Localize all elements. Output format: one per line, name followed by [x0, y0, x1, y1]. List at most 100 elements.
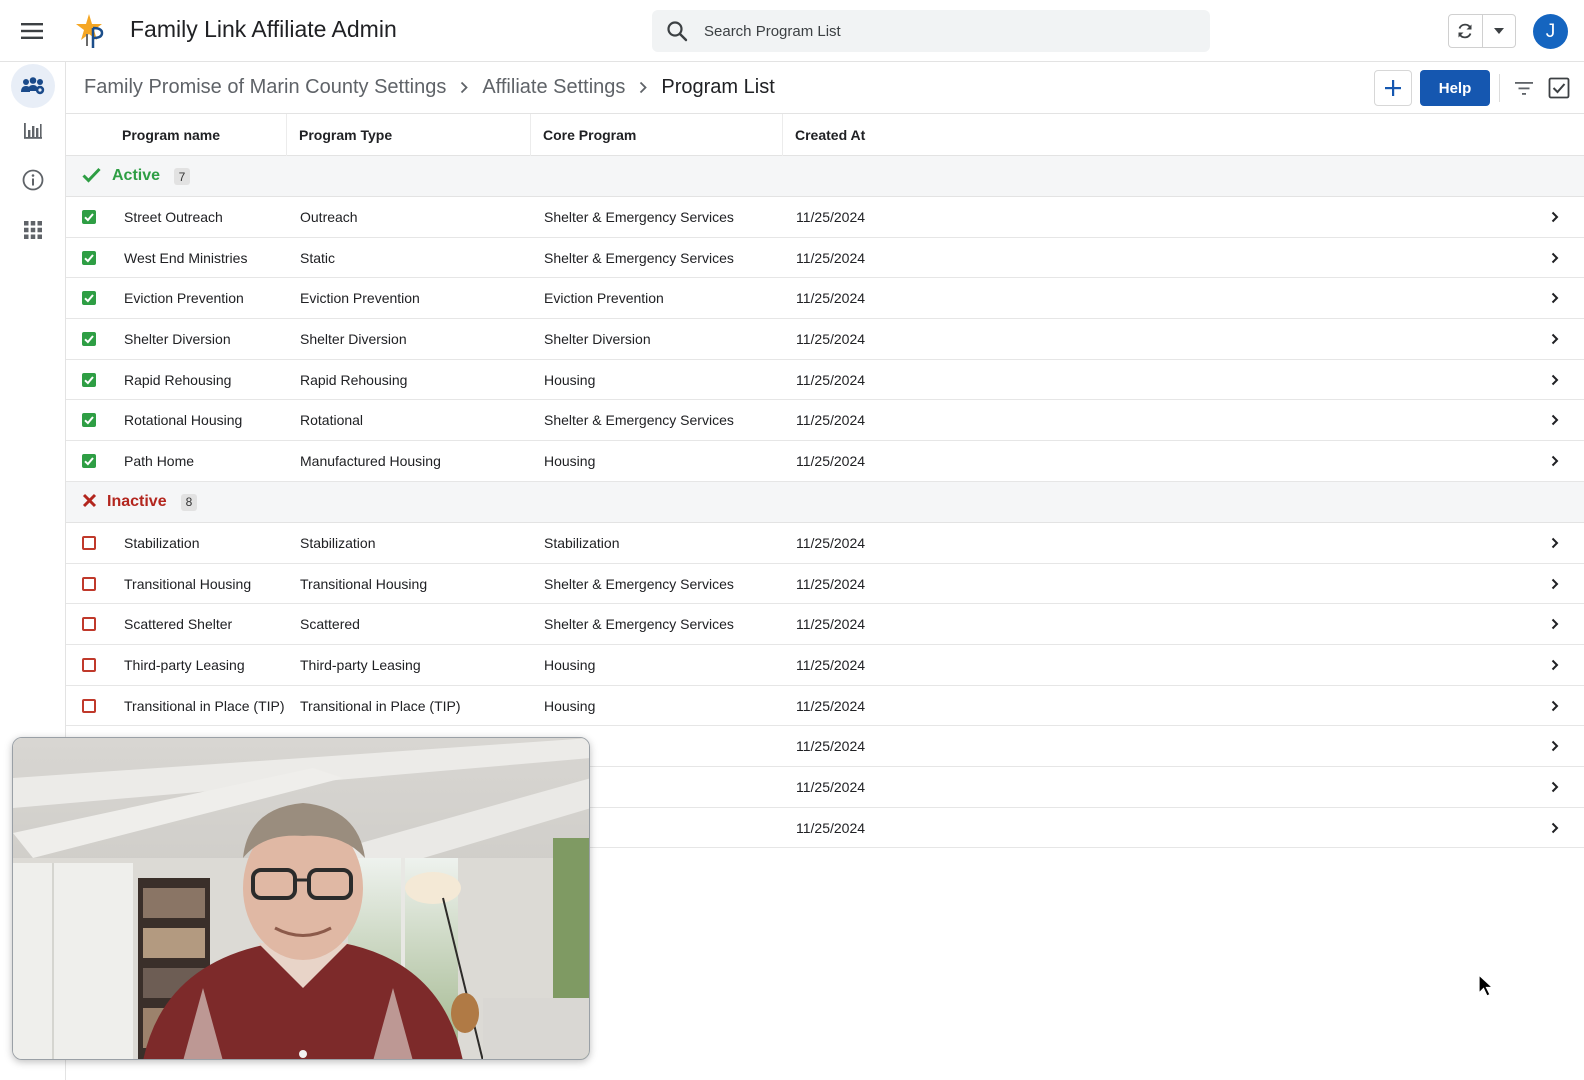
chevron-right-icon[interactable]	[1548, 577, 1562, 591]
active-checkbox-icon[interactable]	[82, 454, 96, 469]
cell-program-type: Manufactured Housing	[300, 453, 441, 470]
presenter-video-overlay[interactable]	[12, 737, 590, 1060]
filter-icon[interactable]	[1512, 76, 1536, 100]
cell-core-program: Shelter & Emergency Services	[544, 412, 734, 429]
cell-program-type: Transitional Housing	[300, 575, 428, 592]
cell-core-program: Housing	[544, 697, 596, 714]
family-promise-logo-icon[interactable]	[75, 12, 111, 52]
chevron-right-icon[interactable]	[1548, 739, 1562, 753]
cell-program-name: Transitional in Place (TIP)	[124, 697, 285, 714]
cell-core-program: Shelter & Emergency Services	[544, 209, 734, 225]
search-input[interactable]	[704, 10, 1194, 52]
table-row[interactable]: Transitional Housing Transitional Housing…	[66, 564, 1584, 605]
add-program-button[interactable]	[1374, 70, 1412, 106]
table-row[interactable]: Eviction Prevention Eviction Prevention Ev…	[66, 278, 1584, 320]
toolbar-divider	[1499, 74, 1500, 102]
cell-program-name: Rapid Rehousing	[124, 371, 232, 388]
info-icon[interactable]	[11, 158, 55, 202]
cell-core-program: Housing	[544, 656, 596, 673]
chevron-right-icon[interactable]	[1548, 658, 1562, 672]
cell-created-at: 11/25/2024	[796, 656, 866, 673]
cell-created-at: 11/25/2024	[796, 616, 866, 633]
group-header-inactive[interactable]: Inactive 8	[66, 481, 1584, 523]
chevron-right-icon[interactable]	[1548, 699, 1562, 713]
inactive-checkbox-icon[interactable]	[82, 535, 96, 550]
reports-icon[interactable]	[11, 108, 55, 152]
group-header-active[interactable]: Active 7	[66, 156, 1584, 197]
cell-created-at: 11/25/2024	[796, 209, 866, 225]
table-row[interactable]: Third-party Leasing Third-party Leasing Ho…	[66, 645, 1584, 686]
table-row[interactable]: Rotational Housing Rotational Shelter & Em…	[66, 400, 1584, 442]
table-row[interactable]: Path Home Manufactured Housing Housing 11/2…	[66, 441, 1584, 482]
cell-created-at: 11/25/2024	[796, 738, 866, 755]
chevron-right-icon[interactable]	[1548, 251, 1562, 265]
user-avatar[interactable]: J	[1533, 14, 1568, 49]
cell-program-name: Street Outreach	[124, 209, 223, 225]
chevron-right-icon[interactable]	[1548, 373, 1562, 387]
cell-core-program: Housing	[544, 453, 596, 470]
refresh-split-button	[1448, 14, 1516, 48]
active-checkbox-icon[interactable]	[82, 250, 96, 265]
breadcrumb-item-family-promise[interactable]: Family Promise of Marin County Settings	[84, 76, 446, 99]
active-checkbox-icon[interactable]	[82, 413, 96, 428]
page-title: Program List	[661, 76, 775, 98]
table-row[interactable]: Stabilization Stabilization Stabilization 1…	[66, 523, 1584, 564]
inactive-checkbox-icon[interactable]	[82, 698, 96, 713]
chevron-right-icon[interactable]	[1548, 291, 1562, 305]
cell-core-program: Shelter & Emergency Services	[544, 575, 734, 592]
chevron-right-icon[interactable]	[1548, 454, 1562, 468]
chevron-right-icon[interactable]	[1548, 617, 1562, 631]
cell-created-at: 11/25/2024	[796, 249, 866, 266]
app-title: Family Link Affiliate Admin	[130, 16, 397, 42]
chevron-right-icon	[639, 81, 648, 94]
table-row[interactable]: Scattered Shelter Scattered Shelter & Emer…	[66, 604, 1584, 645]
cell-core-program: Shelter Diversion	[544, 331, 651, 348]
inactive-checkbox-icon[interactable]	[82, 617, 96, 632]
table-row[interactable]: Street Outreach Outreach Shelter & Emergen…	[66, 197, 1584, 238]
close-icon	[82, 493, 97, 513]
affiliate-settings-icon[interactable]	[11, 64, 55, 108]
table-row[interactable]: Transitional in Place (TIP) Transitional …	[66, 686, 1584, 727]
caret-down-icon[interactable]	[1483, 15, 1516, 47]
page-header: Family Promise of Marin County Settings …	[66, 62, 1584, 114]
active-checkbox-icon[interactable]	[82, 332, 96, 347]
hamburger-menu-icon[interactable]	[18, 18, 46, 44]
column-header-created-at[interactable]: Created At	[782, 114, 982, 156]
breadcrumb-item-affiliate-settings[interactable]: Affiliate Settings	[482, 76, 625, 99]
active-checkbox-icon[interactable]	[82, 291, 96, 306]
cell-program-name: Path Home	[124, 453, 195, 470]
cell-created-at: 11/25/2024	[796, 412, 866, 429]
table-row[interactable]: West End Ministries Static Shelter & Emerg…	[66, 238, 1584, 279]
chevron-right-icon[interactable]	[1548, 210, 1562, 224]
active-checkbox-icon[interactable]	[82, 210, 96, 224]
cell-program-type: Eviction Prevention	[300, 290, 420, 307]
column-header-program-type[interactable]: Program Type	[286, 114, 530, 156]
help-button[interactable]: Help	[1420, 70, 1490, 106]
cell-created-at: 11/25/2024	[796, 290, 866, 307]
refresh-icon[interactable]	[1449, 15, 1483, 47]
search-icon	[666, 20, 688, 47]
check-icon	[82, 167, 101, 188]
active-checkbox-icon[interactable]	[82, 372, 96, 387]
chevron-right-icon[interactable]	[1548, 821, 1562, 835]
column-header-core-program[interactable]: Core Program	[530, 114, 782, 156]
inactive-checkbox-icon[interactable]	[82, 576, 96, 591]
apps-grid-icon[interactable]	[11, 208, 55, 252]
cell-program-name: Rotational Housing	[124, 412, 243, 429]
cell-created-at: 11/25/2024	[796, 453, 866, 470]
group-label: Inactive	[107, 492, 167, 510]
chevron-right-icon[interactable]	[1548, 780, 1562, 794]
cell-program-type: Stabilization	[300, 534, 376, 551]
column-header-program-name[interactable]: Program name	[110, 114, 286, 156]
cell-core-program: Eviction Prevention	[544, 290, 664, 307]
chevron-right-icon[interactable]	[1548, 536, 1562, 550]
chevron-right-icon[interactable]	[1548, 332, 1562, 346]
cell-program-type: Third-party Leasing	[300, 656, 421, 673]
chevron-right-icon[interactable]	[1548, 413, 1562, 427]
cell-created-at: 11/25/2024	[796, 575, 866, 592]
table-row[interactable]: Rapid Rehousing Rapid Rehousing Housing 11/…	[66, 360, 1584, 401]
select-checkbox-icon[interactable]	[1546, 75, 1572, 101]
table-row[interactable]: Shelter Diversion Shelter Diversion Shelte…	[66, 319, 1584, 360]
inactive-checkbox-icon[interactable]	[82, 657, 96, 672]
plus-icon	[1385, 80, 1401, 96]
